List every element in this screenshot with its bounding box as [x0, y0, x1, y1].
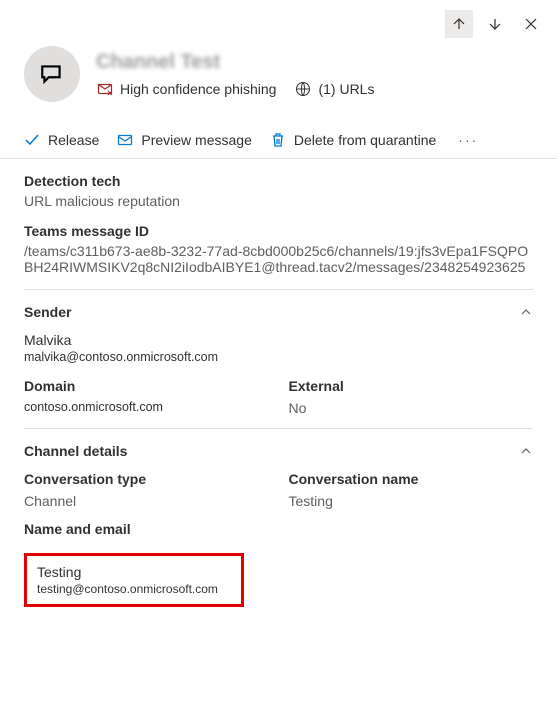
urls-label: (1) URLs [318, 81, 374, 97]
detection-tech-label: Detection tech [24, 173, 533, 189]
trash-icon [270, 132, 286, 148]
sender-email: malvika@contoso.onmicrosoft.com [24, 350, 533, 364]
domain-label: Domain [24, 378, 269, 394]
details-body: Detection tech URL malicious reputation … [0, 159, 557, 716]
check-icon [24, 132, 40, 148]
teams-id-value: /teams/c311b673-ae8b-3232-77ad-8cbd000b2… [24, 243, 533, 275]
close-icon [523, 16, 539, 32]
chevron-up-icon [519, 444, 533, 458]
separator [24, 428, 533, 429]
conv-type-value: Channel [24, 493, 269, 509]
preview-label: Preview message [141, 132, 252, 148]
detection-tech-value: URL malicious reputation [24, 193, 533, 209]
channel-section-header[interactable]: Channel details [24, 443, 533, 459]
phishing-icon [96, 80, 114, 98]
panel-topbar [0, 0, 557, 38]
release-button[interactable]: Release [24, 132, 99, 148]
sender-section-header[interactable]: Sender [24, 304, 533, 320]
conv-name-label: Conversation name [289, 471, 534, 487]
channel-section-label: Channel details [24, 443, 127, 459]
domain-value: contoso.onmicrosoft.com [24, 400, 269, 414]
delete-button[interactable]: Delete from quarantine [270, 132, 436, 148]
external-label: External [289, 378, 534, 394]
release-label: Release [48, 132, 99, 148]
urls-badge: (1) URLs [294, 80, 374, 98]
close-button[interactable] [517, 10, 545, 38]
channel-entity-name: Testing [37, 564, 231, 580]
channel-entity-email: testing@contoso.onmicrosoft.com [37, 582, 231, 596]
nav-up-button[interactable] [445, 10, 473, 38]
sender-section-label: Sender [24, 304, 71, 320]
delete-label: Delete from quarantine [294, 132, 436, 148]
external-value: No [289, 400, 534, 416]
phishing-badge: High confidence phishing [96, 80, 276, 98]
command-bar: Release Preview message Delete from quar… [0, 110, 557, 159]
arrow-up-icon [451, 16, 467, 32]
page-title: Channel Test [96, 51, 533, 74]
phishing-label: High confidence phishing [120, 81, 276, 97]
channel-entity-highlight: Testing testing@contoso.onmicrosoft.com [24, 553, 244, 607]
name-email-label: Name and email [24, 521, 533, 537]
more-button[interactable]: ··· [454, 132, 482, 148]
sender-name: Malvika [24, 332, 533, 348]
mail-icon [117, 132, 133, 148]
preview-button[interactable]: Preview message [117, 132, 252, 148]
panel-header: Channel Test High confidence phishing (1… [0, 38, 557, 110]
nav-down-button[interactable] [481, 10, 509, 38]
teams-id-label: Teams message ID [24, 223, 533, 239]
conv-type-label: Conversation type [24, 471, 269, 487]
globe-icon [294, 80, 312, 98]
separator [24, 289, 533, 290]
chevron-up-icon [519, 305, 533, 319]
arrow-down-icon [487, 16, 503, 32]
chat-icon [39, 61, 65, 87]
conv-name-value: Testing [289, 493, 534, 509]
avatar [24, 46, 80, 102]
